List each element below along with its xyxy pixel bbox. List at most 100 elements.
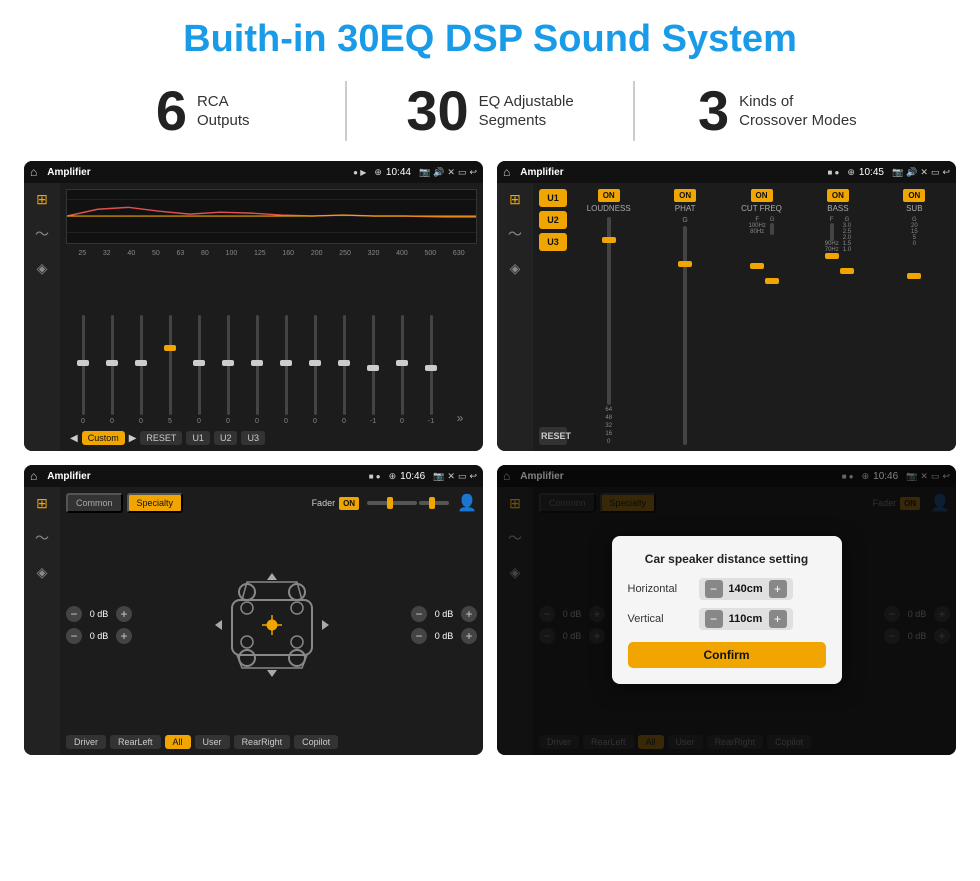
screen-dialog: ⌂ Amplifier ■ ● ⊕ 10:46 📷 ✕ ▭ ↩ ⊞ 〜 ◈ Co… [497, 465, 956, 755]
loudness-on-btn[interactable]: ON [598, 189, 620, 202]
stat-crossover-number: 3 [698, 83, 729, 139]
rr-minus-btn[interactable]: − [411, 628, 427, 644]
fader-main: Common Specialty Fader ON 👤 [60, 487, 483, 755]
loudness-slider[interactable]: 64 48 32 16 0 [573, 217, 644, 445]
confirm-button[interactable]: Confirm [628, 642, 826, 668]
eq-side-icon-3[interactable]: ⊞ [36, 495, 48, 512]
eq-more[interactable]: » [447, 411, 473, 425]
fader-on-btn[interactable]: ON [339, 497, 359, 510]
fr-minus-btn[interactable]: − [411, 606, 427, 622]
eq-slider-11[interactable]: 0 [389, 315, 415, 425]
status-bar-2: ⌂ Amplifier ■ ● ⊕ 10:45 📷 🔊 ✕ ▭ ↩ [497, 161, 956, 183]
user-btn[interactable]: User [195, 735, 230, 749]
wave-side-icon-3[interactable]: 〜 [35, 528, 49, 548]
stat-rca-label: RCA Outputs [197, 92, 250, 131]
sub-on-btn[interactable]: ON [903, 189, 925, 202]
eq-u3-btn[interactable]: U3 [241, 431, 265, 445]
eq-slider-10[interactable]: -1 [360, 315, 386, 425]
status-dots-3: ■ ● [369, 472, 381, 481]
wave-side-icon-1[interactable]: 〜 [35, 224, 49, 244]
speaker-side-icon-2[interactable]: ◈ [510, 260, 521, 277]
rl-minus-btn[interactable]: − [66, 628, 82, 644]
amp-u2-btn[interactable]: U2 [539, 211, 567, 229]
close-icon-1: ✕ [447, 167, 455, 178]
eq-next-arrow[interactable]: ▶ [129, 433, 137, 444]
all-btn[interactable]: All [165, 735, 191, 749]
fr-db-value: 0 dB [430, 609, 458, 619]
window-icon-2: ▭ [931, 167, 940, 178]
status-icons-3: 📷 ✕ ▭ ↩ [433, 471, 477, 482]
dialog-overlay: Car speaker distance setting Horizontal … [497, 465, 956, 755]
common-tab[interactable]: Common [66, 493, 123, 513]
fl-plus-btn[interactable]: + [116, 606, 132, 622]
fader-hslider-2[interactable] [419, 501, 449, 505]
amp-controls: ON LOUDNESS 64 48 32 16 0 [573, 189, 950, 445]
eq-custom-btn[interactable]: Custom [82, 431, 125, 445]
wave-side-icon-2[interactable]: 〜 [508, 224, 522, 244]
fader-profile-icon[interactable]: 👤 [457, 493, 477, 513]
eq-slider-5[interactable]: 0 [215, 315, 241, 425]
rr-plus-btn[interactable]: + [461, 628, 477, 644]
driver-btn[interactable]: Driver [66, 735, 106, 749]
fader-slider-row [367, 501, 449, 505]
eq-reset-btn[interactable]: RESET [140, 431, 182, 445]
rearleft-btn[interactable]: RearLeft [110, 735, 161, 749]
amp-reset-btn[interactable]: RESET [539, 427, 567, 445]
home-icon-2[interactable]: ⌂ [503, 165, 510, 179]
app-name-2: Amplifier [520, 167, 823, 178]
stat-rca: 6 RCA Outputs [60, 83, 345, 139]
eq-slider-12[interactable]: -1 [418, 315, 444, 425]
eq-prev-arrow[interactable]: ◀ [70, 433, 78, 444]
eq-slider-2[interactable]: 0 [128, 315, 154, 425]
location-icon-3: ⊕ [389, 471, 397, 482]
fl-minus-btn[interactable]: − [66, 606, 82, 622]
app-name-3: Amplifier [47, 471, 364, 482]
fr-plus-btn[interactable]: + [461, 606, 477, 622]
vertical-plus-btn[interactable]: + [769, 610, 787, 628]
phat-slider[interactable] [649, 226, 720, 445]
home-icon-3[interactable]: ⌂ [30, 469, 37, 483]
speaker-side-icon-1[interactable]: ◈ [37, 260, 48, 277]
eq-slider-4[interactable]: 0 [186, 315, 212, 425]
location-icon-1: ⊕ [374, 167, 382, 178]
eq-slider-0[interactable]: 0 [70, 315, 96, 425]
stat-eq: 30 EQ Adjustable Segments [347, 83, 632, 139]
eq-side-icon-1[interactable]: ⊞ [36, 191, 48, 208]
amp-cutfreq: ON CUT FREQ F 100Hz 80Hz [726, 189, 797, 445]
speaker-side-icon-3[interactable]: ◈ [37, 564, 48, 581]
volume-icon-2: 🔊 [906, 167, 917, 178]
eq-u2-btn[interactable]: U2 [214, 431, 238, 445]
status-bar-1: ⌂ Amplifier ● ▶ ⊕ 10:44 📷 🔊 ✕ ▭ ↩ [24, 161, 483, 183]
copilot-btn[interactable]: Copilot [294, 735, 338, 749]
eq-slider-1[interactable]: 0 [99, 315, 125, 425]
eq-slider-8[interactable]: 0 [302, 315, 328, 425]
eq-slider-9[interactable]: 0 [331, 315, 357, 425]
rl-plus-btn[interactable]: + [116, 628, 132, 644]
amp-u3-btn[interactable]: U3 [539, 233, 567, 251]
eq-slider-6[interactable]: 0 [244, 315, 270, 425]
horizontal-plus-btn[interactable]: + [769, 580, 787, 598]
eq-u1-btn[interactable]: U1 [186, 431, 210, 445]
amp-phat: ON PHAT G [649, 189, 720, 445]
phat-on-btn[interactable]: ON [674, 189, 696, 202]
fader-hslider-1[interactable] [367, 501, 417, 505]
camera-icon-1: 📷 [419, 167, 430, 178]
amp-u1-btn[interactable]: U1 [539, 189, 567, 207]
horizontal-minus-btn[interactable]: − [705, 580, 723, 598]
side-panel-1: ⊞ 〜 ◈ [24, 183, 60, 451]
window-icon-1: ▭ [458, 167, 467, 178]
amp-sub: ON SUB G 20 15 5 0 [879, 189, 950, 445]
bass-on-btn[interactable]: ON [827, 189, 849, 202]
fader-top-bar: Common Specialty Fader ON 👤 [66, 493, 477, 513]
specialty-tab[interactable]: Specialty [127, 493, 184, 513]
rearright-btn[interactable]: RearRight [234, 735, 291, 749]
home-icon-1[interactable]: ⌂ [30, 165, 37, 179]
cutfreq-on-btn[interactable]: ON [751, 189, 773, 202]
eq-slider-7[interactable]: 0 [273, 315, 299, 425]
db-control-rl: − 0 dB + [66, 628, 132, 644]
cutfreq-g-slider[interactable] [770, 223, 774, 235]
vertical-minus-btn[interactable]: − [705, 610, 723, 628]
eq-slider-3[interactable]: 5 [157, 315, 183, 425]
eq-side-icon-2[interactable]: ⊞ [509, 191, 521, 208]
phat-label: PHAT [675, 204, 696, 213]
